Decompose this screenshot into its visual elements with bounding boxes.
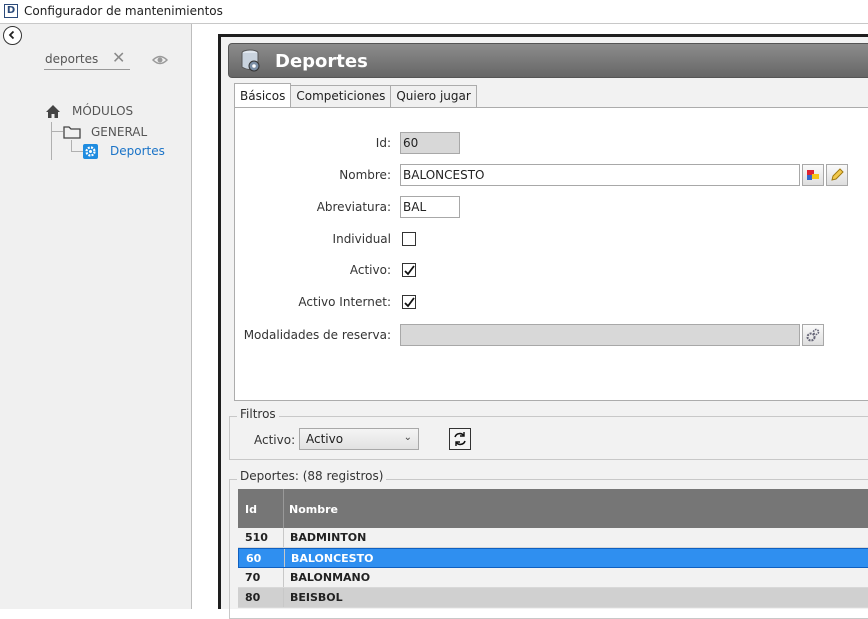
database-gear-icon <box>241 49 260 72</box>
tree-item-deportes[interactable]: Deportes <box>110 144 165 158</box>
pencil-icon <box>831 168 844 181</box>
table-row[interactable]: 70 BALONMANO <box>238 568 868 588</box>
tab-basicos[interactable]: Básicos <box>234 83 292 107</box>
cell-id: 60 <box>239 549 285 567</box>
table-row-selected[interactable]: 60 BALONCESTO <box>238 548 868 568</box>
tab-competiciones[interactable]: Competiciones <box>290 85 392 107</box>
activo-internet-checkbox[interactable] <box>402 295 416 309</box>
chevron-down-icon: ⌄ <box>403 432 412 443</box>
activo-internet-label: Activo Internet: <box>298 295 391 309</box>
table-row[interactable]: 80 BEISBOL <box>238 588 868 608</box>
filter-activo-value: Activo <box>306 432 344 446</box>
checkmark-icon <box>404 297 415 308</box>
search-value: deportes <box>45 52 99 66</box>
records-table: Id Nombre 510 BADMINTON 60 BALONCESTO 70… <box>238 489 868 608</box>
edit-button[interactable] <box>826 164 848 186</box>
checkmark-icon <box>404 265 415 276</box>
eye-icon[interactable] <box>152 54 168 66</box>
tree-connector <box>71 140 72 151</box>
tree-item-modulos[interactable]: MÓDULOS <box>72 104 133 118</box>
modalidades-picker-button[interactable] <box>802 324 824 346</box>
tab-strip: Básicos Competiciones Quiero jugar <box>234 83 477 107</box>
title-bar: D Configurador de mantenimientos <box>0 0 868 24</box>
tree-item-general[interactable]: GENERAL <box>91 125 147 139</box>
cell-nombre: BADMINTON <box>290 531 367 544</box>
window-title: Configurador de mantenimientos <box>24 4 223 18</box>
tab-quiero-jugar[interactable]: Quiero jugar <box>390 85 477 107</box>
cell-nombre: BALONCESTO <box>291 552 374 565</box>
tab-panel-basicos: Id: 60 Nombre: BALONCESTO Abreviatura: B… <box>234 107 868 401</box>
individual-checkbox[interactable] <box>402 232 416 246</box>
chevron-left-icon <box>8 30 15 40</box>
nombre-field[interactable]: BALONCESTO <box>400 164 800 186</box>
table-row[interactable]: 510 BADMINTON <box>238 528 868 548</box>
activo-checkbox[interactable] <box>402 263 416 277</box>
cell-nombre: BALONMANO <box>290 571 371 584</box>
abreviatura-label: Abreviatura: <box>316 200 391 214</box>
filters-title: Filtros <box>237 407 279 421</box>
clear-search-icon[interactable]: ✕ <box>112 50 125 66</box>
tree-connector <box>51 131 63 132</box>
cell-id: 80 <box>238 588 284 607</box>
sidebar: deportes ✕ MÓDULOS GENERAL Deportes <box>0 24 192 609</box>
back-button[interactable] <box>3 26 22 45</box>
main-panel: Deportes Básicos Competiciones Quiero ju… <box>218 34 868 619</box>
cell-id: 70 <box>238 568 284 587</box>
modalidades-field <box>400 324 800 346</box>
filter-activo-select[interactable]: Activo ⌄ <box>299 428 419 450</box>
cell-id: 510 <box>238 528 284 547</box>
abreviatura-field[interactable]: BAL <box>400 196 460 218</box>
filter-activo-label: Activo: <box>254 433 296 447</box>
gear-icon <box>83 144 98 159</box>
list-title: Deportes: (88 registros) <box>237 469 387 483</box>
column-header-id[interactable]: Id <box>238 489 284 528</box>
modalidades-label: Modalidades de reserva: <box>243 328 391 342</box>
home-icon <box>46 105 60 118</box>
id-label: Id: <box>375 136 391 150</box>
folder-icon <box>63 126 81 139</box>
record-count: (88 registros) <box>302 469 384 483</box>
tree-connector <box>71 151 83 152</box>
app-icon: D <box>4 4 18 18</box>
activo-label: Activo: <box>349 263 391 277</box>
flag-icon <box>807 170 819 180</box>
list-title-label: Deportes: <box>240 469 299 483</box>
nombre-label: Nombre: <box>339 168 391 182</box>
tree-connector <box>51 122 52 160</box>
id-field: 60 <box>400 132 460 154</box>
refresh-icon <box>454 432 466 446</box>
table-header: Id Nombre <box>238 489 868 528</box>
gears-icon <box>806 328 820 342</box>
cell-nombre: BEISBOL <box>290 591 343 604</box>
column-header-nombre[interactable]: Nombre <box>284 489 868 528</box>
page-title: Deportes <box>275 51 368 72</box>
refresh-button[interactable] <box>449 428 471 450</box>
translate-button[interactable] <box>802 164 824 186</box>
section-header: Deportes <box>228 43 868 78</box>
individual-label: Individual <box>332 232 391 246</box>
